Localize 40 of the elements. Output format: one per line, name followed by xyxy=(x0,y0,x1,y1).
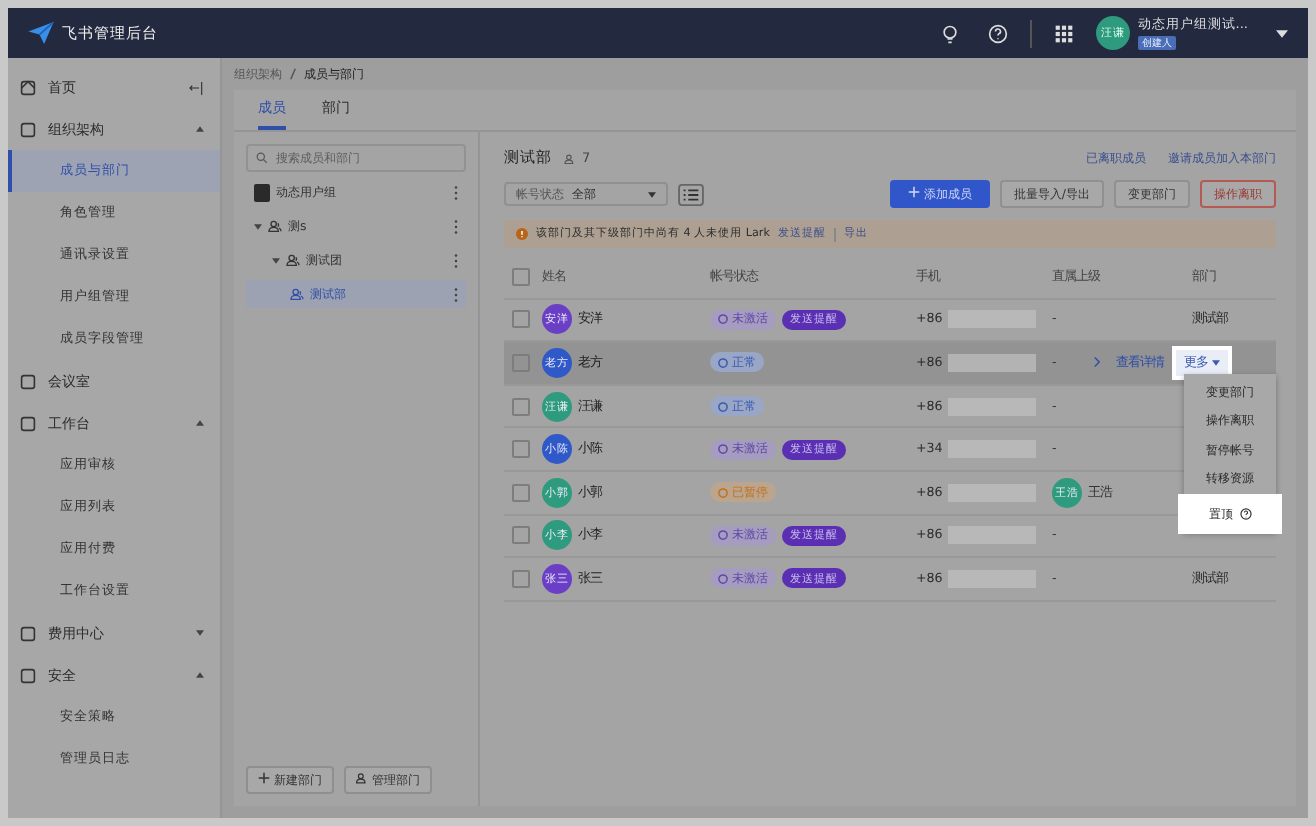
list-view-icon[interactable] xyxy=(678,183,704,205)
chevron-icon xyxy=(196,420,204,426)
caret-icon[interactable] xyxy=(1276,29,1288,37)
caret-icon xyxy=(648,191,656,197)
people-icon xyxy=(290,288,304,300)
checkbox[interactable] xyxy=(512,440,530,459)
checkbox[interactable] xyxy=(512,526,530,545)
paper-plane-icon xyxy=(28,22,54,44)
checkbox[interactable] xyxy=(512,310,530,329)
checkbox[interactable] xyxy=(512,569,530,588)
help-icon[interactable] xyxy=(1239,508,1251,521)
chevron-icon xyxy=(196,672,204,678)
status-icon xyxy=(718,487,728,498)
apps-grid-icon[interactable] xyxy=(1053,23,1074,43)
checkbox[interactable] xyxy=(512,397,530,416)
status-icon xyxy=(718,530,728,541)
status-icon xyxy=(718,401,728,412)
search-icon xyxy=(256,152,268,164)
redacted-block xyxy=(948,353,1037,372)
status-icon xyxy=(718,314,728,325)
people-icon xyxy=(356,772,368,784)
caret-icon xyxy=(1212,359,1220,366)
chevron-right-icon xyxy=(1094,356,1101,369)
chevron-icon xyxy=(196,630,204,636)
people-icon xyxy=(268,220,282,232)
status-icon xyxy=(718,573,728,584)
status-icon xyxy=(718,444,728,455)
status-icon xyxy=(718,357,728,368)
lightbulb-icon[interactable] xyxy=(939,23,960,43)
expand-caret-icon[interactable] xyxy=(254,223,262,229)
expand-caret-icon[interactable] xyxy=(272,257,280,263)
checkbox[interactable] xyxy=(512,483,530,502)
checkbox[interactable] xyxy=(512,267,530,286)
breadcrumb-separator-icon xyxy=(290,68,296,80)
plus-icon xyxy=(258,772,270,784)
plus-icon xyxy=(907,186,920,198)
chevron-icon xyxy=(196,126,204,132)
people-icon xyxy=(286,254,300,266)
warning-icon xyxy=(516,228,528,240)
people-icon xyxy=(564,153,576,163)
